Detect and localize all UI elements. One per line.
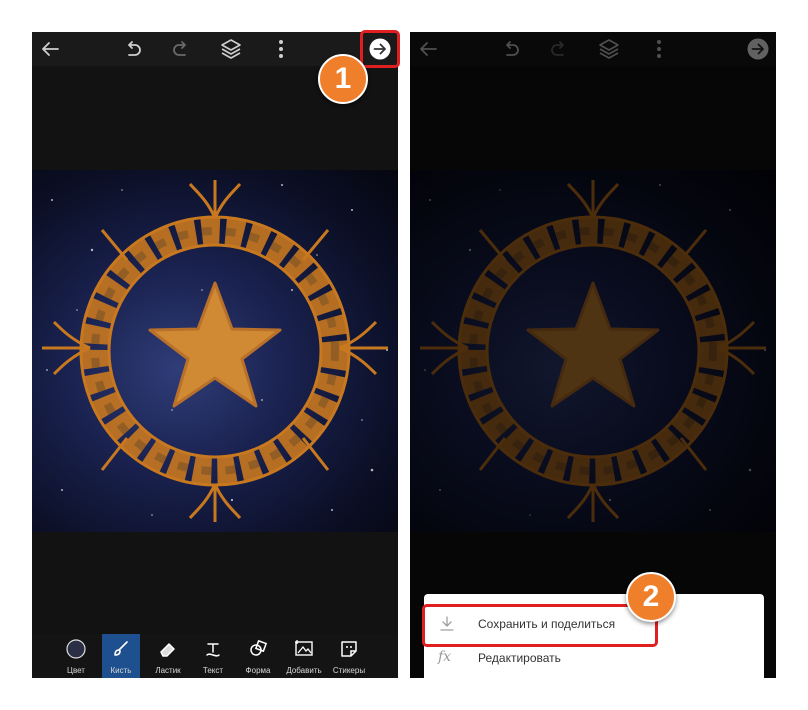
- dim-overlay[interactable]: [410, 32, 776, 678]
- color-circle-icon: [66, 639, 86, 659]
- more-vertical-icon[interactable]: [269, 37, 293, 61]
- tool-brush[interactable]: Кисть: [102, 634, 140, 678]
- save-share-highlight: [422, 604, 658, 647]
- tool-label: Добавить: [286, 666, 322, 675]
- add-image-icon: [294, 639, 314, 659]
- eraser-icon: [158, 639, 178, 659]
- step-badge-2: 2: [626, 572, 676, 622]
- menu-item-label: Редактировать: [478, 651, 561, 665]
- tool-add[interactable]: Добавить: [285, 634, 323, 678]
- tool-label: Цвет: [67, 666, 85, 675]
- tool-label: Ластик: [155, 666, 181, 675]
- sticker-icon: [339, 639, 359, 659]
- tool-label: Кисть: [110, 666, 132, 675]
- undo-icon[interactable]: [120, 37, 144, 61]
- image-canvas[interactable]: [32, 170, 398, 532]
- shape-icon: [248, 639, 268, 659]
- text-icon: [203, 639, 223, 659]
- tool-color[interactable]: Цвет: [57, 634, 95, 678]
- next-button-highlight: [360, 30, 400, 68]
- layers-icon[interactable]: [219, 37, 243, 61]
- tool-eraser[interactable]: Ластик: [149, 634, 187, 678]
- editor-screen: Цвет Кисть Ластик Текст Форма Добавить С…: [32, 32, 398, 678]
- brush-icon: [111, 639, 131, 659]
- star-ornament-artwork: [42, 180, 388, 522]
- tool-label: Стикеры: [332, 666, 366, 675]
- redo-icon[interactable]: [170, 37, 194, 61]
- step-badge-1: 1: [318, 54, 368, 104]
- tool-label: Форма: [245, 666, 271, 675]
- tool-stickers[interactable]: Стикеры: [330, 634, 368, 678]
- tool-text[interactable]: Текст: [194, 634, 232, 678]
- editor-screen-menu-open: Сохранить и поделиться fx Редактировать: [410, 32, 776, 678]
- tool-label: Текст: [202, 666, 224, 675]
- back-arrow-icon[interactable]: [38, 37, 62, 61]
- fx-icon: fx: [438, 649, 452, 665]
- tool-shape[interactable]: Форма: [239, 634, 277, 678]
- tools-bar: Цвет Кисть Ластик Текст Форма Добавить С…: [32, 634, 398, 678]
